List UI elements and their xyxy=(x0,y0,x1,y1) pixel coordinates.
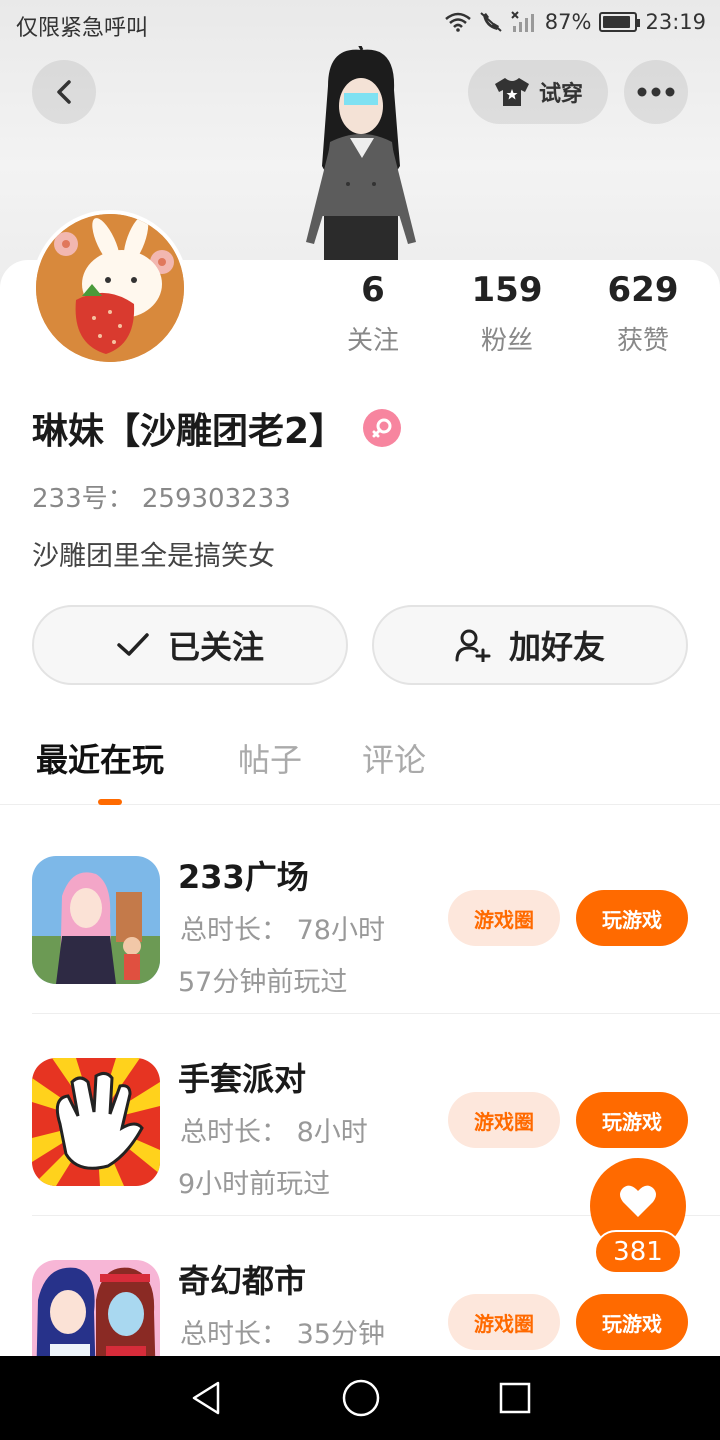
system-navigation-bar xyxy=(0,1356,720,1440)
bunny-strawberry-avatar-image xyxy=(36,214,184,362)
game-last-played: 9小时前玩过 xyxy=(178,1169,331,1200)
name-row: 琳妹【沙雕团老2】 xyxy=(32,402,402,454)
tshirt-icon xyxy=(494,78,529,106)
more-options-button[interactable] xyxy=(624,60,688,124)
stat-followers[interactable]: 159 粉丝 xyxy=(452,270,562,357)
add-friend-label: 加好友 xyxy=(508,628,605,666)
following-count: 6 xyxy=(361,270,385,310)
female-gender-icon xyxy=(363,409,402,447)
battery-icon xyxy=(599,12,641,32)
play-game-button[interactable]: 玩游戏 xyxy=(576,1294,688,1350)
stat-likes[interactable]: 629 获赞 xyxy=(588,270,698,357)
likes-count: 629 xyxy=(607,270,679,310)
list-item[interactable]: 233广场 总时长： 78小时 57分钟前玩过 游戏圈 玩游戏 xyxy=(0,812,720,1014)
game-circle-button[interactable]: 游戏圈 xyxy=(448,1092,560,1148)
game-title: 奇幻都市 xyxy=(178,1262,307,1300)
like-count: 381 xyxy=(594,1230,682,1274)
user-bio: 沙雕团里全是搞笑女 xyxy=(32,541,275,572)
back-triangle-icon[interactable] xyxy=(188,1380,224,1416)
user-avatar[interactable] xyxy=(32,210,188,366)
status-icons: 87% 23:19 xyxy=(444,10,706,34)
heart-icon xyxy=(620,1185,656,1217)
try-on-button[interactable]: 试穿 xyxy=(468,60,608,124)
content-tabs: 最近在玩 帖子 评论 xyxy=(0,735,720,805)
followers-label: 粉丝 xyxy=(480,326,533,356)
avatar-3d-character xyxy=(306,46,416,262)
play-game-button[interactable]: 玩游戏 xyxy=(576,1092,688,1148)
tab-recently-played[interactable]: 最近在玩 xyxy=(36,735,164,781)
game-circle-button[interactable]: 游戏圈 xyxy=(448,1294,560,1350)
game-icon-glove-party xyxy=(32,1058,160,1186)
clock: 23:19 xyxy=(645,10,706,34)
followers-count: 159 xyxy=(471,270,543,310)
user-name: 琳妹【沙雕团老2】 xyxy=(32,411,346,452)
followed-button[interactable]: 已关注 xyxy=(32,605,348,685)
no-call-icon xyxy=(480,12,502,32)
user-id: 233号： 259303233 xyxy=(32,484,291,514)
game-last-played: 57分钟前玩过 xyxy=(178,967,348,998)
active-tab-indicator xyxy=(98,799,122,805)
home-circle-icon[interactable] xyxy=(341,1378,381,1418)
game-icon-233-plaza xyxy=(32,856,160,984)
back-button[interactable] xyxy=(32,60,96,124)
try-on-label: 试穿 xyxy=(538,82,583,107)
game-duration: 总时长： 35分钟 xyxy=(180,1319,385,1350)
status-bar: 仅限紧急呼叫 87% 23:19 xyxy=(0,0,720,48)
game-duration: 总时长： 8小时 xyxy=(180,1117,368,1148)
no-signal-icon xyxy=(511,11,534,32)
game-circle-button[interactable]: 游戏圈 xyxy=(448,890,560,946)
likes-label: 获赞 xyxy=(616,326,669,356)
checkmark-icon xyxy=(117,633,149,656)
add-user-icon xyxy=(455,629,491,662)
game-title: 手套派对 xyxy=(178,1060,307,1098)
tab-posts[interactable]: 帖子 xyxy=(238,735,302,781)
play-game-button[interactable]: 玩游戏 xyxy=(576,890,688,946)
recents-square-icon[interactable] xyxy=(498,1381,532,1415)
add-friend-button[interactable]: 加好友 xyxy=(372,605,688,685)
more-dots-icon xyxy=(637,87,675,97)
following-label: 关注 xyxy=(346,326,399,356)
carrier-text: 仅限紧急呼叫 xyxy=(16,16,149,41)
game-duration: 总时长： 78小时 xyxy=(180,915,385,946)
chevron-left-icon xyxy=(57,80,71,104)
followed-label: 已关注 xyxy=(167,628,264,666)
stat-following[interactable]: 6 关注 xyxy=(318,270,428,357)
battery-percent: 87% xyxy=(544,10,592,34)
game-title: 233广场 xyxy=(178,858,309,896)
wifi-icon xyxy=(444,12,471,32)
tab-comments[interactable]: 评论 xyxy=(362,735,426,781)
